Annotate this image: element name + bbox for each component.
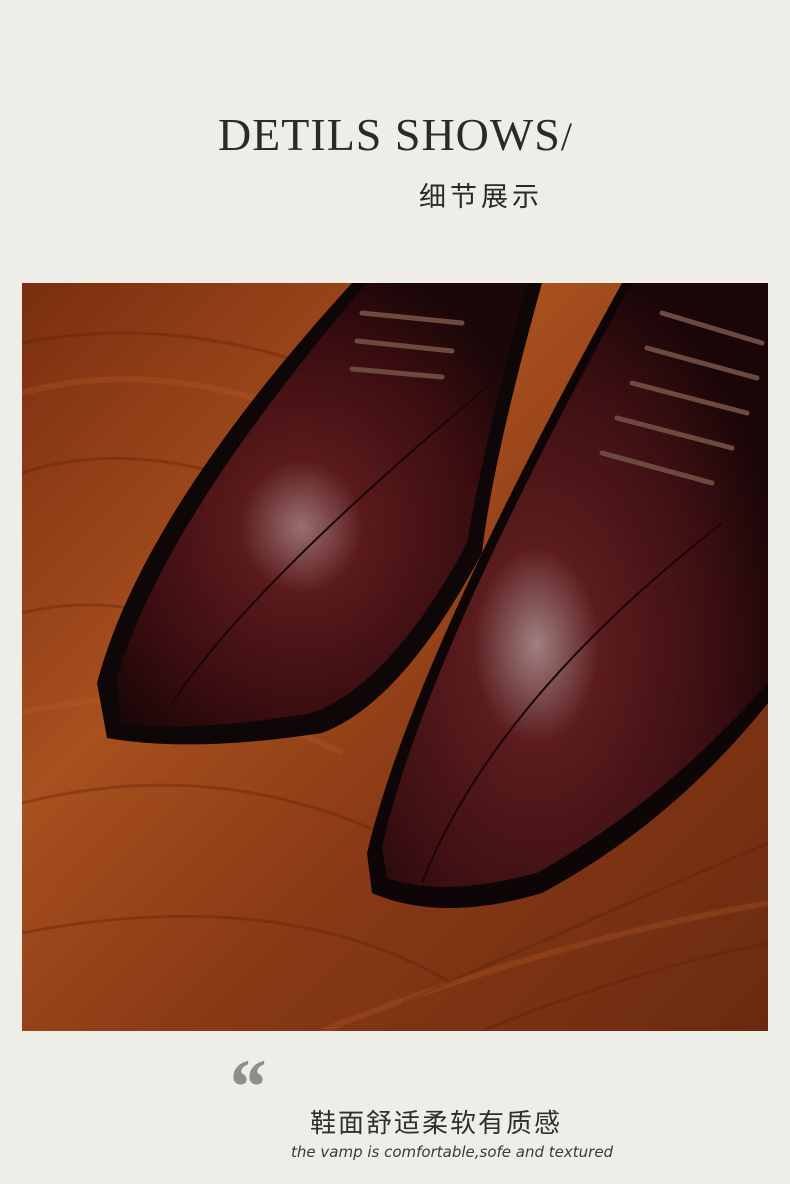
caption-english: the vamp is comfortable,sofe and texture… (291, 1143, 614, 1161)
shoe-illustration (22, 283, 768, 1031)
title-slash: / (560, 114, 573, 159)
quote-mark-icon: “ (226, 1043, 265, 1130)
section-heading: DETILS SHOWS/ (0, 112, 790, 160)
product-photo (22, 283, 768, 1031)
page-title: DETILS SHOWS (217, 109, 561, 160)
caption-chinese: 鞋面舒适柔软有质感 (310, 1109, 563, 1139)
page-subtitle: 细节展示 (419, 182, 543, 213)
